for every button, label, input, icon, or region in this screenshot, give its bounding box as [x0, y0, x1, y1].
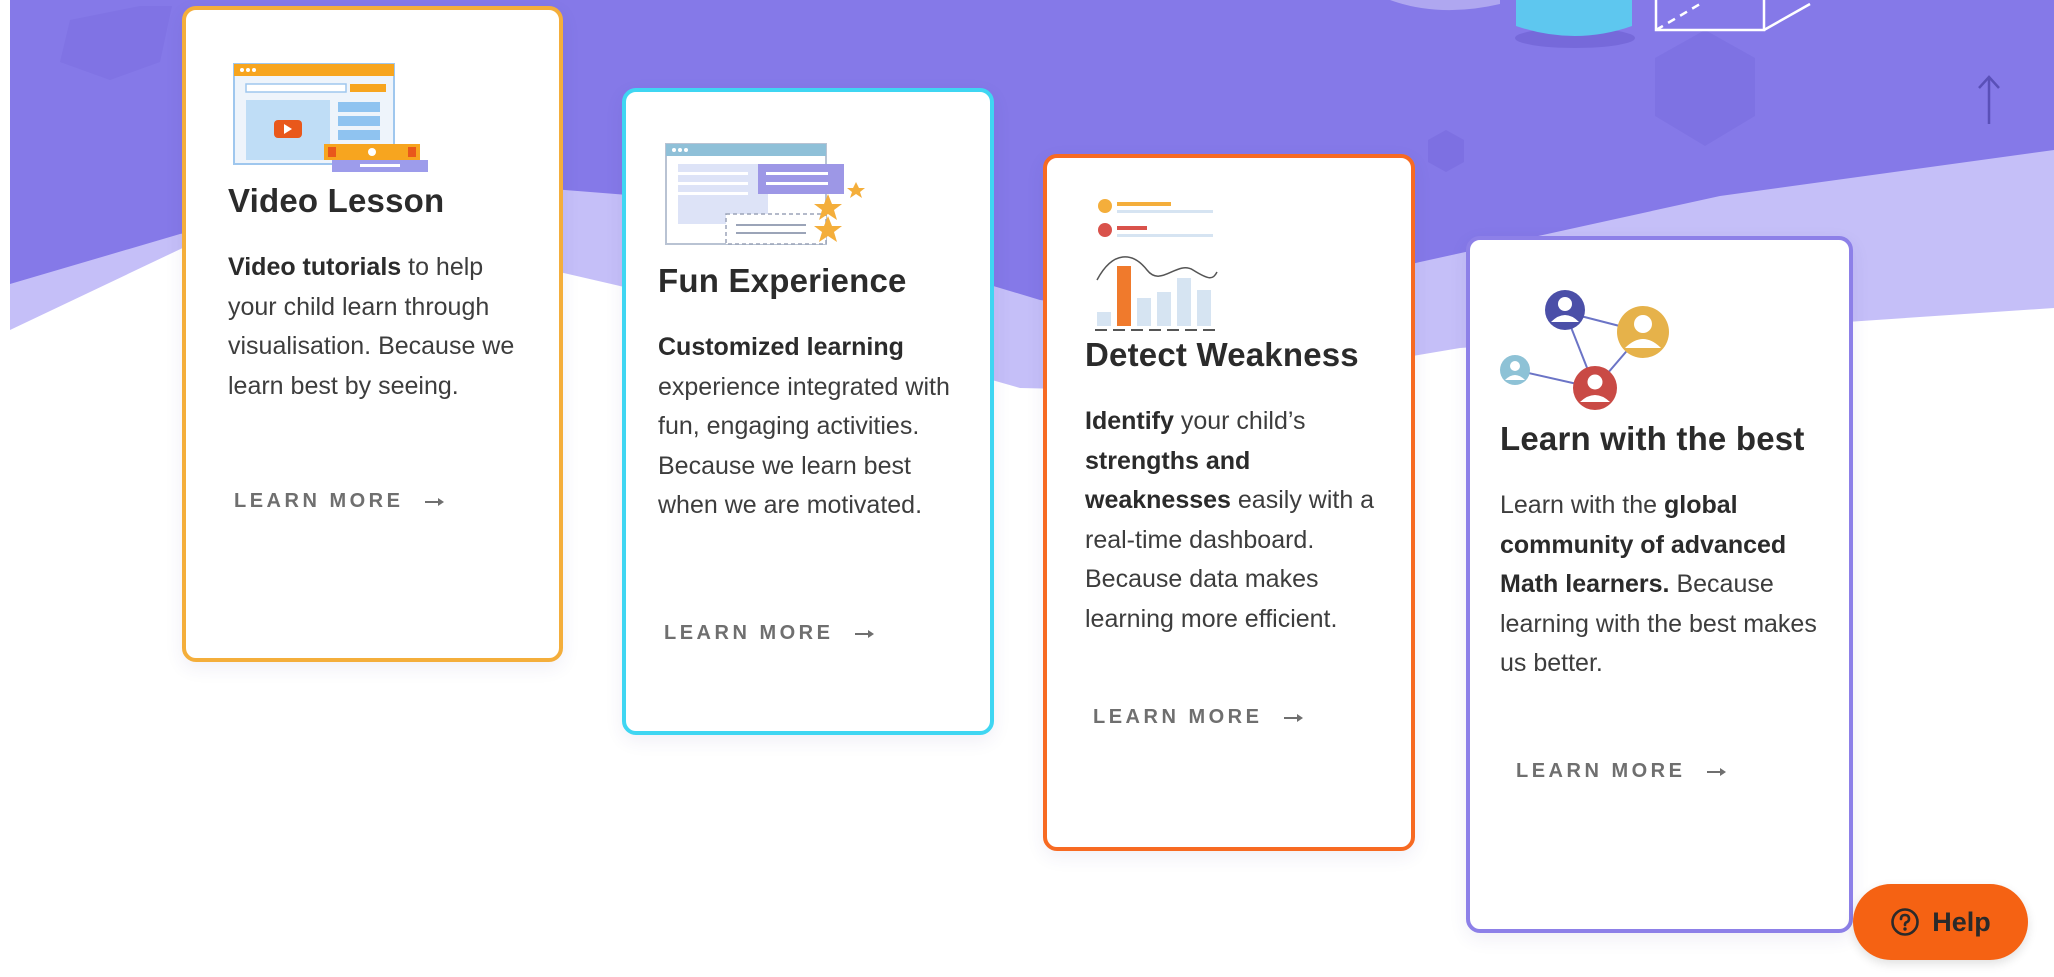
feature-card-learn-with-the-best: Learn with the best Learn with the globa…: [1466, 236, 1853, 933]
arrow-right-icon: [855, 629, 875, 638]
feature-card-fun-experience: Fun Experience Customized learning exper…: [622, 88, 994, 735]
card-title: Video Lesson: [228, 182, 445, 219]
arrow-right-icon: [1284, 713, 1304, 722]
learn-more-link[interactable]: LEARN MORE: [1093, 706, 1304, 729]
dashboard-illustration: [1095, 199, 1218, 331]
feature-card-video-lesson: Video Lesson Video tutorials to help you…: [182, 6, 563, 662]
card-title: Learn with the best: [1500, 420, 1805, 457]
video-lesson-illustration: [233, 63, 428, 172]
learn-more-link[interactable]: LEARN MORE: [664, 622, 875, 645]
learn-more-link[interactable]: LEARN MORE: [234, 490, 445, 513]
card-description: Identify your child’s strengths and weak…: [1085, 407, 1375, 633]
help-label: Help: [1932, 906, 1991, 937]
community-network-illustration: [1500, 290, 1669, 410]
card-description: Video tutorials to help your child learn…: [228, 253, 515, 400]
arrow-right-icon: [1707, 767, 1727, 776]
learn-more-link[interactable]: LEARN MORE: [1516, 760, 1727, 783]
arrow-right-icon: [425, 497, 445, 506]
help-button[interactable]: Help: [1853, 884, 2028, 960]
fun-experience-illustration: [665, 143, 865, 245]
question-circle-icon: [1891, 908, 1920, 936]
card-title: Detect Weakness: [1085, 336, 1359, 373]
card-description: Customized learning experience integrate…: [658, 333, 950, 519]
card-description: Learn with the global community of advan…: [1500, 491, 1817, 677]
arrow-up-icon[interactable]: [1971, 72, 2007, 128]
card-title: Fun Experience: [658, 262, 907, 299]
feature-card-detect-weakness: Detect Weakness Identify your child’s st…: [1043, 154, 1415, 851]
cylinder-decoration: [1516, 0, 1632, 36]
